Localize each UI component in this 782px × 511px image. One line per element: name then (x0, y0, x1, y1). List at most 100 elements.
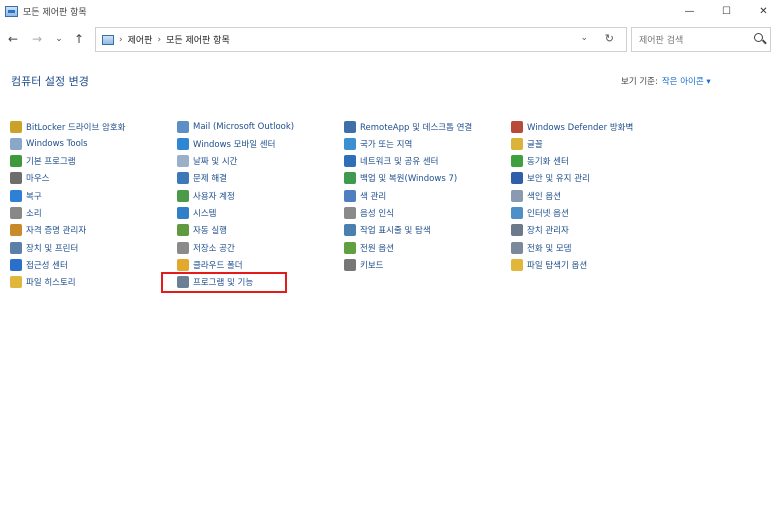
item-label: 사용자 계정 (193, 191, 235, 202)
control-panel-item[interactable]: Windows Defender 방화벽 (511, 118, 633, 135)
chevron-down-icon[interactable]: ⌄ (580, 33, 588, 43)
control-panel-item[interactable]: 파일 히스토리 (10, 274, 76, 291)
control-panel-item[interactable]: 전화 및 모뎀 (511, 239, 572, 256)
control-panel-item[interactable]: 사용자 계정 (177, 187, 235, 204)
control-panel-item[interactable]: 네트워크 및 공유 센터 (344, 153, 439, 170)
item-label: 장치 및 프린터 (26, 243, 79, 254)
control-panel-item[interactable]: 장치 및 프린터 (10, 239, 78, 256)
item-icon (10, 120, 22, 133)
item-icon (177, 155, 189, 168)
item-label: BitLocker 드라이브 암호화 (26, 122, 126, 133)
control-panel-item[interactable]: 소리 (10, 205, 42, 222)
item-label: RemoteApp 및 데스크톱 연결 (360, 122, 473, 133)
item-label: 시스템 (193, 209, 217, 219)
close-button[interactable]: ✕ (745, 0, 782, 22)
control-panel-item[interactable]: 마우스 (10, 170, 49, 187)
control-panel-item[interactable]: 색 관리 (344, 187, 386, 204)
control-panel-item[interactable]: 시스템 (177, 205, 216, 222)
item-label: 저장소 공간 (193, 243, 235, 254)
item-label: Mail (Microsoft Outlook) (193, 121, 295, 132)
back-button[interactable]: ← (4, 30, 22, 48)
control-panel-item[interactable]: 음성 인식 (344, 205, 394, 222)
item-icon (10, 241, 22, 254)
item-icon (511, 241, 523, 254)
breadcrumb-control-panel[interactable]: 제어판 (128, 33, 153, 46)
breadcrumb-separator[interactable]: › (157, 35, 161, 45)
control-panel-item[interactable]: 동기화 센터 (511, 153, 569, 170)
item-label: 음성 인식 (360, 209, 394, 219)
item-icon (344, 120, 356, 133)
item-label: 날짜 및 시간 (193, 157, 238, 168)
control-panel-item[interactable]: 장치 관리자 (511, 222, 569, 239)
control-panel-item[interactable]: 자격 증명 관리자 (10, 222, 86, 239)
item-label: 국가 또는 지역 (360, 139, 413, 150)
item-label: 전화 및 모뎀 (527, 243, 572, 254)
item-label: 소리 (26, 209, 42, 219)
control-panel-item[interactable]: 색인 옵션 (511, 187, 561, 204)
title-bar: 모든 제어판 항목 — ☐ ✕ (0, 0, 782, 22)
control-panel-item[interactable]: 문제 해결 (177, 170, 227, 187)
item-icon (10, 189, 22, 202)
item-label: 마우스 (26, 174, 50, 185)
item-icon (177, 137, 189, 150)
control-panel-icon (102, 34, 114, 45)
control-panel-item[interactable]: 날짜 및 시간 (177, 153, 238, 170)
control-panel-item[interactable]: 기본 프로그램 (10, 153, 76, 170)
control-panel-item[interactable]: 전원 옵션 (344, 239, 394, 256)
recent-locations-button[interactable]: ⌄ (50, 30, 68, 48)
control-panel-item[interactable]: 저장소 공간 (177, 239, 235, 256)
view-by-label: 보기 기준: (621, 77, 658, 87)
highlight-annotation (161, 272, 287, 293)
control-panel-item[interactable]: RemoteApp 및 데스크톱 연결 (344, 118, 472, 135)
item-icon (344, 207, 356, 219)
breadcrumb-separator[interactable]: › (119, 35, 123, 45)
control-panel-item[interactable]: 인터넷 옵션 (511, 205, 569, 222)
refresh-icon[interactable]: ↻ (605, 32, 614, 45)
control-panel-item[interactable]: 복구 (10, 187, 42, 204)
item-label: 네트워크 및 공유 센터 (360, 157, 439, 168)
control-panel-item[interactable]: 클라우드 폴더 (177, 256, 243, 273)
item-label: 전원 옵션 (360, 243, 394, 254)
window-controls: — ☐ ✕ (671, 0, 782, 22)
search-input[interactable]: 제어판 검색 (631, 27, 771, 52)
item-label: 클라우드 폴더 (193, 260, 243, 271)
navigation-bar: ← → ⌄ ↑ › 제어판 › 모든 제어판 항목 ⌄ ↻ 제어판 검색 (0, 26, 782, 54)
item-icon (177, 189, 189, 202)
maximize-button[interactable]: ☐ (708, 0, 745, 22)
control-panel-item[interactable]: BitLocker 드라이브 암호화 (10, 118, 125, 135)
control-panel-item[interactable]: 보안 및 유지 관리 (511, 170, 590, 187)
minimize-button[interactable]: — (671, 0, 708, 22)
control-panel-item[interactable]: Windows Tools (10, 135, 88, 152)
item-icon (344, 258, 356, 271)
control-panel-item[interactable]: 국가 또는 지역 (344, 135, 412, 152)
control-panel-item[interactable]: 자동 실행 (177, 222, 227, 239)
control-panel-item[interactable]: 작업 표시줄 및 탐색 (344, 222, 431, 239)
item-label: 복구 (26, 191, 42, 202)
control-panel-item[interactable]: 접근성 센터 (10, 256, 68, 273)
item-icon (177, 224, 189, 237)
control-panel-item[interactable]: Windows 모바일 센터 (177, 135, 275, 152)
item-icon (177, 172, 189, 185)
item-icon (10, 276, 22, 289)
control-panel-item[interactable]: 파일 탐색기 옵션 (511, 256, 587, 273)
view-by: 보기 기준: 작은 아이콘 ▾ (621, 75, 711, 87)
up-button[interactable]: ↑ (70, 30, 88, 48)
control-panel-item[interactable]: 키보드 (344, 256, 383, 273)
address-bar[interactable]: › 제어판 › 모든 제어판 항목 ⌄ ↻ (95, 27, 627, 52)
control-panel-item[interactable]: Mail (Microsoft Outlook) (177, 118, 294, 135)
item-label: 작업 표시줄 및 탐색 (360, 226, 431, 237)
search-placeholder: 제어판 검색 (639, 36, 684, 46)
breadcrumb-all-items[interactable]: 모든 제어판 항목 (166, 33, 230, 46)
control-panel-item[interactable]: 글꼴 (511, 135, 543, 152)
search-icon[interactable] (754, 33, 763, 42)
item-icon (10, 155, 22, 168)
item-label: Windows Tools (26, 138, 88, 149)
control-panel-item[interactable]: 백업 및 복원(Windows 7) (344, 170, 457, 187)
view-by-dropdown[interactable]: 작은 아이콘 ▾ (662, 77, 711, 87)
item-label: 자격 증명 관리자 (26, 226, 87, 237)
item-label: 인터넷 옵션 (527, 209, 569, 219)
item-icon (511, 137, 523, 150)
forward-button[interactable]: → (28, 30, 46, 48)
item-icon (511, 120, 523, 133)
item-icon (511, 224, 523, 237)
